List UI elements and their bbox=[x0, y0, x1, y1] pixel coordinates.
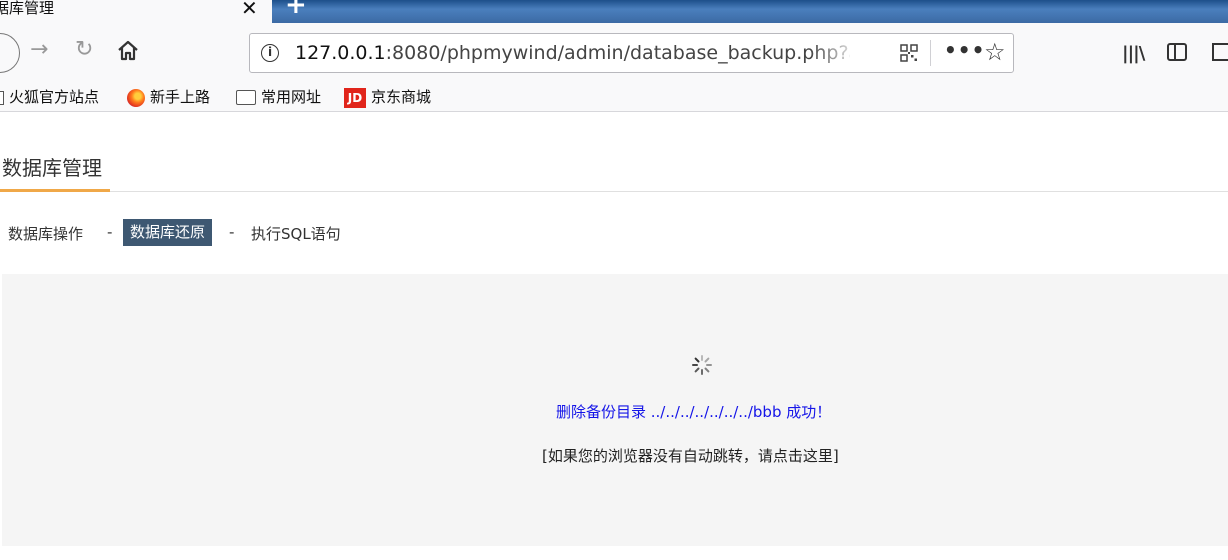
subnav-database-restore[interactable]: 数据库还原 bbox=[123, 219, 213, 246]
status-message: 删除备份目录 ../../../../../../../bbb 成功！ bbox=[556, 403, 832, 421]
tab-close-icon[interactable]: ✕ bbox=[241, 0, 258, 18]
folder-icon bbox=[236, 90, 256, 105]
loading-spinner-icon bbox=[691, 354, 713, 376]
bookmarks-bar: 火狐官方站点 新手上路 常用网址 JD 京东商城 bbox=[0, 83, 1228, 112]
library-icon[interactable]: |||\ bbox=[1122, 43, 1145, 64]
bookmark-label: 京东商城 bbox=[371, 88, 432, 106]
tab-strip: 据库管理 ✕ + bbox=[0, 0, 1228, 23]
subnav-separator: - bbox=[229, 223, 235, 241]
url-bar[interactable]: i 127.0.0.1:8080/phpmywind/admin/databas… bbox=[249, 33, 1014, 73]
forward-icon[interactable]: → bbox=[30, 39, 48, 61]
extension-icon[interactable] bbox=[1212, 43, 1228, 61]
bookmark-common-sites[interactable]: 常用网址 bbox=[236, 86, 321, 108]
back-button[interactable] bbox=[0, 33, 20, 73]
bookmark-star-icon[interactable]: ☆ bbox=[984, 38, 1006, 66]
url-text[interactable]: 127.0.0.1:8080/phpmywind/admin/database_… bbox=[295, 42, 850, 64]
page-title: 数据库管理 bbox=[2, 156, 102, 180]
subnav-execute-sql[interactable]: 执行SQL语句 bbox=[251, 223, 341, 244]
url-fade bbox=[810, 36, 860, 70]
bookmark-firefox-site[interactable]: 火狐官方站点 bbox=[0, 86, 99, 108]
subnav-separator: - bbox=[107, 223, 113, 241]
url-separator bbox=[930, 40, 931, 66]
qr-code-icon[interactable] bbox=[900, 44, 918, 62]
reload-icon[interactable]: ↻ bbox=[75, 39, 93, 61]
message-panel: 删除备份目录 ../../../../../../../bbb 成功！ [如果您… bbox=[2, 274, 1228, 546]
new-tab-icon[interactable]: + bbox=[285, 0, 307, 18]
page-icon bbox=[0, 90, 4, 105]
firefox-icon bbox=[127, 88, 145, 107]
page-actions-icon[interactable]: ••• bbox=[944, 38, 985, 62]
subnav-database-operations[interactable]: 数据库操作 bbox=[8, 223, 83, 244]
jd-icon: JD bbox=[344, 87, 366, 108]
tab-title: 据库管理 bbox=[0, 0, 55, 17]
bookmark-label: 常用网址 bbox=[261, 88, 322, 106]
url-path: :8080/phpmywind/admin/database_backup.ph… bbox=[385, 42, 850, 64]
bookmark-label: 火狐官方站点 bbox=[9, 88, 100, 106]
redirect-link[interactable]: [如果您的浏览器没有自动跳转，请点击这里] bbox=[542, 445, 839, 466]
title-divider bbox=[0, 191, 1228, 192]
bookmark-jd[interactable]: JD 京东商城 bbox=[344, 86, 431, 108]
title-underline bbox=[0, 189, 110, 192]
bookmark-getting-started[interactable]: 新手上路 bbox=[127, 86, 210, 108]
page-content: 数据库管理 数据库操作 - 数据库还原 - 执行SQL语句 删除备份目录 ../… bbox=[0, 112, 1228, 560]
site-info-icon[interactable]: i bbox=[261, 44, 279, 62]
bookmark-label: 新手上路 bbox=[150, 88, 211, 106]
nav-toolbar: → ↻ i 127.0.0.1:8080/phpmywind/admin/dat… bbox=[0, 23, 1228, 83]
url-host: 127.0.0.1 bbox=[295, 42, 386, 64]
sidebar-icon[interactable] bbox=[1167, 43, 1187, 61]
home-icon[interactable] bbox=[116, 39, 140, 67]
tab-active[interactable]: 据库管理 ✕ bbox=[0, 0, 272, 23]
